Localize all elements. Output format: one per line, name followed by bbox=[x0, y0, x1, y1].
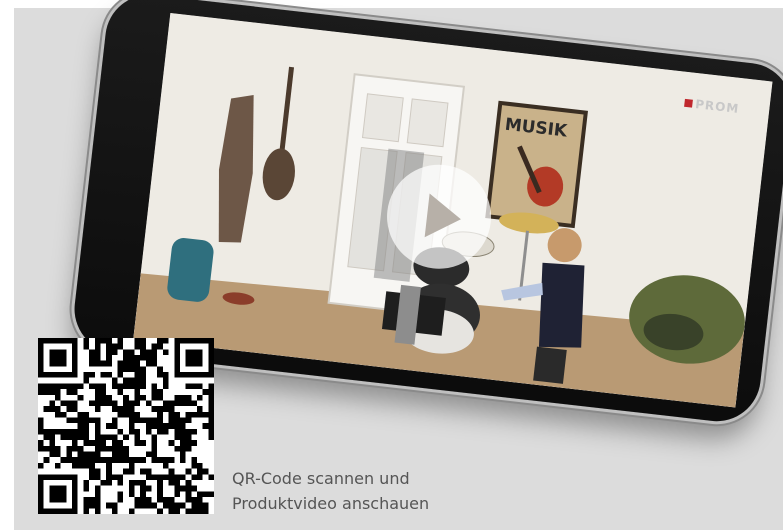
qr-code-image bbox=[38, 338, 214, 514]
qr-caption-line2: Produktvideo anschauen bbox=[232, 494, 430, 513]
brand-mark-icon bbox=[683, 98, 693, 108]
video-player[interactable]: MUSIK PROM bbox=[133, 13, 773, 408]
play-icon bbox=[424, 193, 464, 242]
qr-code bbox=[38, 338, 214, 514]
qr-caption: QR-Code scannen und Produktvideo anschau… bbox=[232, 466, 429, 516]
qr-caption-line1: QR-Code scannen und bbox=[232, 469, 410, 488]
